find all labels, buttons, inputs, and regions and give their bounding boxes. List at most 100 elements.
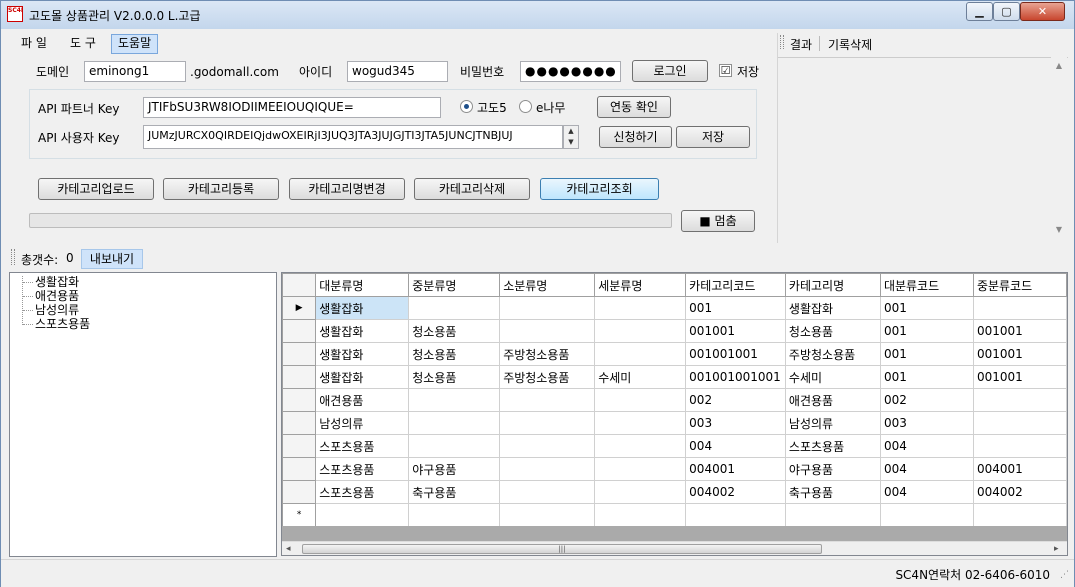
- current-row-marker[interactable]: ▶: [282, 296, 317, 320]
- maximize-button[interactable]: ▢: [993, 2, 1020, 21]
- table-row[interactable]: 생활잡화 청소용품 001001 청소용품 001 001001: [282, 319, 1067, 343]
- grid-cell[interactable]: [408, 388, 501, 412]
- api-partner-key-input[interactable]: JTIFbSU3RW8IODIIMEEIOUQIQUE=: [143, 97, 441, 118]
- menu-file[interactable]: 파 일: [15, 34, 53, 54]
- grid-cell[interactable]: 생활잡화: [315, 342, 410, 366]
- grid-cell[interactable]: 생활잡화: [784, 296, 881, 320]
- close-button[interactable]: ✕: [1020, 2, 1065, 21]
- column-header[interactable]: 중분류명: [408, 273, 501, 297]
- grid-cell[interactable]: 스포츠용품: [315, 480, 410, 504]
- row-header[interactable]: [282, 480, 317, 504]
- grid-cell[interactable]: 생활잡화: [315, 319, 410, 343]
- grid-cell[interactable]: 001: [685, 296, 786, 320]
- scroll-thumb[interactable]: |||: [302, 544, 822, 554]
- grid-cell[interactable]: [594, 434, 687, 458]
- grid-cell[interactable]: [784, 503, 881, 527]
- row-header[interactable]: [282, 388, 317, 412]
- resize-grip-icon[interactable]: ⋰: [1060, 570, 1069, 580]
- grid-cell[interactable]: [594, 319, 687, 343]
- category-upload-button[interactable]: 카테고리업로드: [38, 178, 154, 200]
- grid-cell[interactable]: [879, 503, 974, 527]
- grid-cell[interactable]: 축구용품: [784, 480, 881, 504]
- grid-cell[interactable]: [972, 503, 1067, 527]
- tree-item[interactable]: 생활잡화: [35, 275, 79, 289]
- grid-corner[interactable]: [282, 273, 317, 297]
- column-header[interactable]: 세분류명: [594, 273, 687, 297]
- row-header[interactable]: [282, 411, 317, 435]
- column-header[interactable]: 소분류명: [499, 273, 596, 297]
- radio-godo5[interactable]: [460, 100, 473, 113]
- grid-cell[interactable]: 주방청소용품: [784, 342, 881, 366]
- grid-cell[interactable]: [972, 434, 1067, 458]
- scroll-left-icon[interactable]: ◂: [286, 542, 291, 556]
- table-row[interactable]: 스포츠용품 004 스포츠용품 004: [282, 434, 1067, 458]
- grid-cell[interactable]: 001: [879, 296, 974, 320]
- apply-button[interactable]: 신청하기: [599, 126, 672, 148]
- menu-help[interactable]: 도움말: [111, 34, 159, 54]
- result-log-area[interactable]: [778, 57, 1068, 242]
- grid-cell[interactable]: [499, 434, 596, 458]
- grid-cell[interactable]: 001001: [972, 365, 1067, 389]
- grid-cell[interactable]: 축구용품: [408, 480, 501, 504]
- grid-cell[interactable]: 004: [879, 434, 974, 458]
- column-header[interactable]: 중분류코드: [972, 273, 1067, 297]
- grid-cell[interactable]: 004002: [685, 480, 786, 504]
- grid-cell[interactable]: [972, 411, 1067, 435]
- grid-cell[interactable]: 야구용품: [784, 457, 881, 481]
- grid-horizontal-scrollbar[interactable]: ◂ ||| ▸: [282, 541, 1067, 555]
- grid-cell[interactable]: [499, 388, 596, 412]
- grid-cell[interactable]: 야구용품: [408, 457, 501, 481]
- category-tree[interactable]: 생활잡화 애견용품 남성의류 스포츠용품: [9, 272, 277, 557]
- grid-cell[interactable]: [499, 296, 596, 320]
- grid-cell[interactable]: 001001: [685, 319, 786, 343]
- grid-cell[interactable]: 004001: [685, 457, 786, 481]
- grid-cell[interactable]: 004: [879, 480, 974, 504]
- grid-cell[interactable]: 수세미: [784, 365, 881, 389]
- new-row-marker[interactable]: *: [282, 503, 317, 527]
- login-button[interactable]: 로그인: [632, 60, 708, 82]
- minimize-button[interactable]: ▁: [966, 2, 993, 21]
- grid-cell[interactable]: [594, 411, 687, 435]
- grid-cell[interactable]: 001: [879, 319, 974, 343]
- grid-cell[interactable]: 003: [685, 411, 786, 435]
- grid-cell[interactable]: 주방청소용품: [499, 342, 596, 366]
- column-header[interactable]: 대분류명: [315, 273, 410, 297]
- grid-cell[interactable]: 001: [879, 365, 974, 389]
- grid-cell[interactable]: [972, 388, 1067, 412]
- category-register-button[interactable]: 카테고리등록: [163, 178, 279, 200]
- password-input[interactable]: ●●●●●●●●: [520, 61, 621, 82]
- column-header[interactable]: 카테고리명: [784, 273, 881, 297]
- grid-cell[interactable]: 002: [879, 388, 974, 412]
- grid-cell[interactable]: [594, 503, 687, 527]
- grid-cell[interactable]: 주방청소용품: [499, 365, 596, 389]
- title-bar[interactable]: SC4N 고도몰 상품관리 V2.0.0.0 L.고급 ▁ ▢ ✕: [1, 1, 1074, 29]
- grid-cell[interactable]: [685, 503, 786, 527]
- tree-item[interactable]: 남성의류: [35, 303, 79, 317]
- grid-cell[interactable]: 003: [879, 411, 974, 435]
- api-save-button[interactable]: 저장: [676, 126, 750, 148]
- result-tab[interactable]: 결과: [790, 36, 812, 53]
- domain-input[interactable]: eminong1: [84, 61, 186, 82]
- api-user-key-input[interactable]: JUMzJURCX0QIRDEIQjdwOXEIRjI3JUQ3JTA3JUJG…: [143, 125, 563, 149]
- grid-cell[interactable]: [499, 503, 596, 527]
- stop-button[interactable]: ■ 멈춤: [681, 210, 755, 232]
- table-row[interactable]: ▶ 생활잡화 001 생활잡화 001: [282, 296, 1067, 320]
- table-row[interactable]: 스포츠용품 야구용품 004001 야구용품 004 004001: [282, 457, 1067, 481]
- column-header[interactable]: 카테고리코드: [685, 273, 786, 297]
- table-row[interactable]: 생활잡화 청소용품 주방청소용품 001001001 주방청소용품 001 00…: [282, 342, 1067, 366]
- grid-cell[interactable]: 002: [685, 388, 786, 412]
- grid-cell[interactable]: [499, 480, 596, 504]
- column-header[interactable]: 대분류코드: [879, 273, 974, 297]
- grid-cell[interactable]: 001001: [972, 342, 1067, 366]
- radio-enamu[interactable]: [519, 100, 532, 113]
- grid-cell[interactable]: 남성의류: [315, 411, 410, 435]
- scroll-right-icon[interactable]: ▸: [1054, 542, 1059, 556]
- grid-cell[interactable]: [499, 411, 596, 435]
- new-row[interactable]: *: [282, 503, 1067, 527]
- grid-cell[interactable]: 004001: [972, 457, 1067, 481]
- grid-cell[interactable]: 스포츠용품: [784, 434, 881, 458]
- grid-cell[interactable]: 004002: [972, 480, 1067, 504]
- grid-cell[interactable]: 스포츠용품: [315, 434, 410, 458]
- grid-cell[interactable]: 001: [879, 342, 974, 366]
- category-lookup-button[interactable]: 카테고리조회: [540, 178, 659, 200]
